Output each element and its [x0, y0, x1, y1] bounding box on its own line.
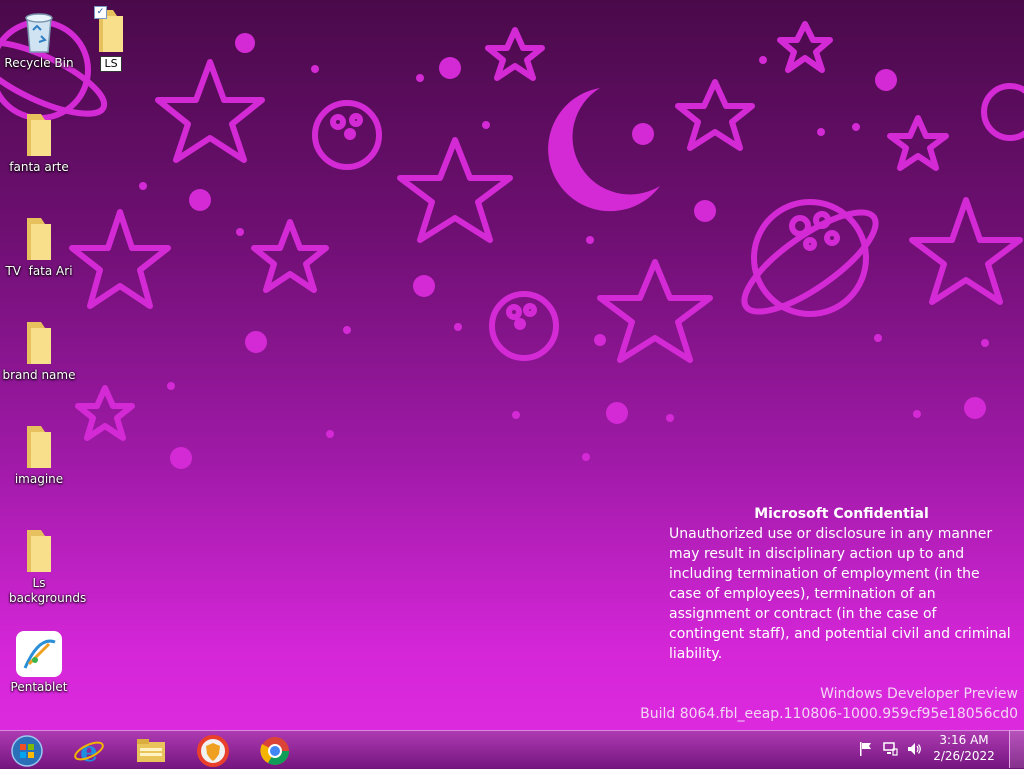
chrome-icon	[260, 737, 289, 765]
taskbar-clock[interactable]: 3:16 AM 2/26/2022	[932, 732, 996, 764]
desktop-icon-ls-backgrounds[interactable]: Ls backgrounds	[0, 526, 87, 606]
volume-icon	[908, 743, 921, 755]
tray-network[interactable]	[882, 741, 900, 759]
desktop-icon-fanta-arte[interactable]: fanta arte	[0, 110, 78, 175]
folder-icon	[27, 114, 51, 156]
desktop-icon-imagine[interactable]: imagine	[0, 422, 78, 487]
clock-time: 3:16 AM	[939, 733, 989, 747]
folder-icon	[27, 530, 51, 572]
watermark-build: Build 8064.fbl_eeap.110806-1000.959cf95e…	[640, 706, 1018, 722]
desktop-icon-pentablet[interactable]: Pentablet	[0, 630, 78, 695]
taskbar: e	[0, 730, 1024, 769]
folder-icon	[27, 322, 51, 364]
taskbar-file-explorer[interactable]	[126, 733, 176, 767]
desktop-icon-label: Ls backgrounds	[9, 576, 87, 605]
internet-explorer-icon: e	[74, 735, 104, 768]
taskbar-chrome[interactable]	[250, 733, 300, 767]
desktop-icon-brand-name[interactable]: brand name	[0, 318, 78, 383]
flag-icon	[860, 742, 871, 756]
build-watermark: Windows Developer Preview Build 8064.fbl…	[640, 684, 1018, 724]
desktop-icon-label: Pentablet	[10, 680, 68, 694]
confidential-notice: Microsoft Confidential Unauthorized use …	[669, 504, 1014, 664]
folder-icon	[27, 218, 51, 260]
start-button[interactable]	[2, 733, 52, 767]
file-explorer-icon	[137, 739, 165, 762]
recycle-bin-icon	[25, 13, 53, 53]
watermark-edition: Windows Developer Preview	[820, 686, 1018, 702]
network-icon	[883, 742, 898, 756]
start-orb-icon	[11, 735, 43, 767]
selection-checkbox[interactable]: ✓	[94, 6, 107, 19]
rename-input[interactable]: LS	[100, 56, 122, 72]
tray-volume[interactable]	[906, 741, 924, 759]
desktop-icon-recycle-bin[interactable]: Recycle Bin	[0, 6, 78, 71]
desktop-icon-label: brand name	[2, 368, 76, 382]
pentablet-icon	[16, 631, 62, 677]
desktop-icon-label: fanta arte	[9, 160, 69, 174]
desktop-icon-tv-fata-ari[interactable]: TV fata Ari	[0, 214, 78, 279]
desktop-icon-label: imagine	[14, 472, 64, 486]
taskbar-internet-explorer[interactable]: e	[64, 733, 114, 768]
desktop-icon-ls-folder[interactable]: ✓ LS	[72, 6, 150, 72]
svg-text:e: e	[80, 735, 98, 768]
browser-shield-icon	[197, 735, 229, 767]
clock-date: 2/26/2022	[933, 749, 995, 763]
desktop-icon-label: Recycle Bin	[4, 56, 74, 70]
confidential-title: Microsoft Confidential	[754, 506, 929, 522]
taskbar-browser[interactable]	[188, 733, 238, 767]
show-desktop-button[interactable]	[1009, 730, 1024, 768]
tray-action-center[interactable]	[858, 741, 876, 759]
confidential-body: Unauthorized use or disclosure in any ma…	[669, 526, 1011, 662]
folder-icon	[27, 426, 51, 468]
desktop-icon-label: TV fata Ari	[5, 264, 73, 278]
